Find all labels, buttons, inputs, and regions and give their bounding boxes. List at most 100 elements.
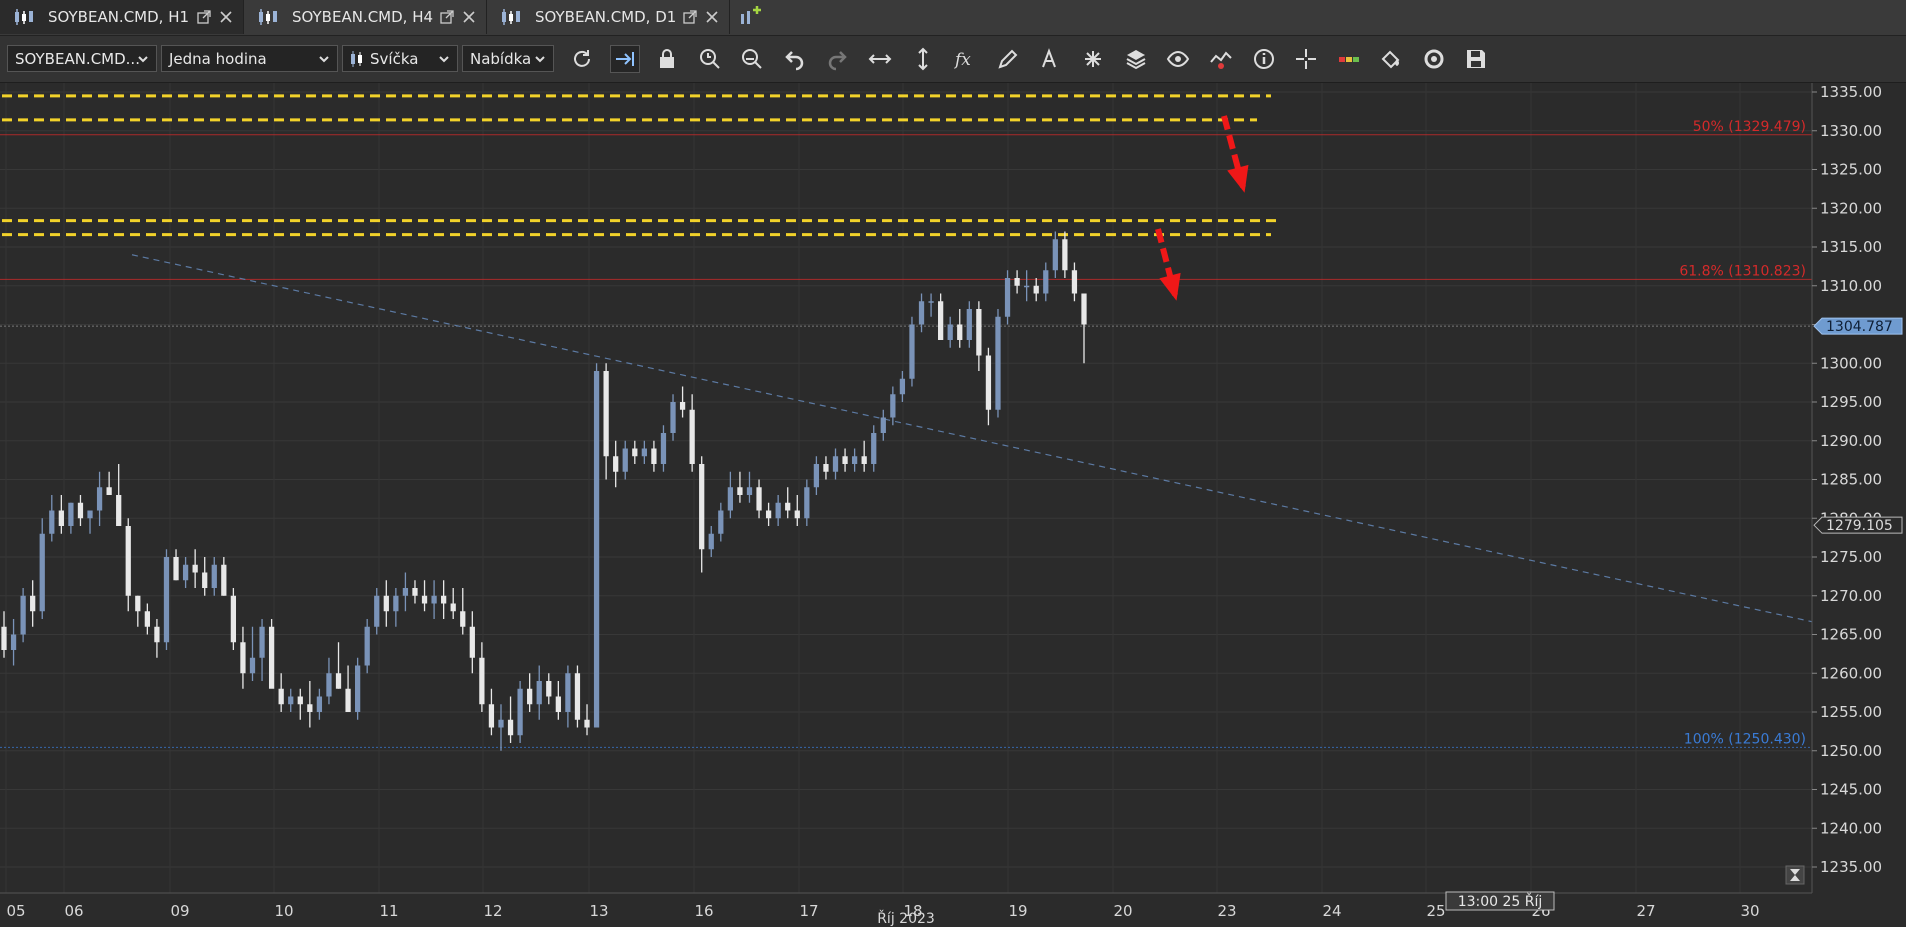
candle-body xyxy=(613,456,619,472)
candle-body xyxy=(488,704,495,728)
chart-type-select[interactable]: Svíčka xyxy=(342,45,458,72)
candlestick-chart-icon xyxy=(15,9,33,25)
candle-body xyxy=(918,301,925,325)
candlestick-icon xyxy=(351,50,362,67)
candle-body xyxy=(345,688,351,712)
undo-button[interactable] xyxy=(780,45,810,73)
popout-icon[interactable] xyxy=(683,10,697,24)
x-tick-label: 13 xyxy=(589,902,608,920)
pattern-tool-button[interactable] xyxy=(1078,45,1108,73)
candle-body xyxy=(737,487,743,495)
lock-icon xyxy=(660,49,674,68)
candle-body xyxy=(651,448,657,464)
candle-body xyxy=(794,510,800,519)
horizontal-scale-button[interactable] xyxy=(865,45,895,73)
x-tick-label: 20 xyxy=(1113,902,1132,920)
close-icon[interactable] xyxy=(705,10,719,24)
candle xyxy=(20,588,26,643)
tab-soybean-d1[interactable]: SOYBEAN.CMD, D1 xyxy=(487,0,730,34)
theme-button[interactable] xyxy=(1376,45,1406,73)
y-tick-label: 1250.00 xyxy=(1820,742,1882,760)
popout-icon[interactable] xyxy=(440,10,454,24)
zoom-time-button[interactable] xyxy=(695,45,725,73)
lock-button[interactable] xyxy=(652,45,682,73)
x-tick-label: 05 xyxy=(6,902,25,920)
visibility-button[interactable] xyxy=(1163,45,1193,73)
x-tick-label: 10 xyxy=(274,902,293,920)
candle-body xyxy=(890,394,896,418)
candle-body xyxy=(775,502,781,519)
candle-body xyxy=(68,502,74,526)
candle-body xyxy=(1081,293,1087,325)
candle-body xyxy=(240,642,246,674)
tab-label: SOYBEAN.CMD, H4 xyxy=(292,8,434,26)
candle-body xyxy=(106,487,112,495)
undo-icon xyxy=(785,51,804,71)
candle-body xyxy=(460,611,466,627)
chevron-down-icon xyxy=(138,56,148,63)
instrument-value: SOYBEAN.CMD... xyxy=(15,49,140,68)
y-tick-label: 1320.00 xyxy=(1820,199,1882,217)
period-select[interactable]: Jedna hodina xyxy=(161,45,338,72)
zoom-fit-button[interactable] xyxy=(737,45,767,73)
close-icon[interactable] xyxy=(219,10,233,24)
y-tick-label: 1290.00 xyxy=(1820,432,1882,450)
reset-button[interactable] xyxy=(1419,45,1449,73)
info-icon xyxy=(1254,49,1274,69)
trade-level-button[interactable] xyxy=(1334,45,1364,73)
price-chart[interactable]: 50% (1329.479) 61.8% (1310.823) 100% (1250… xyxy=(0,83,1906,927)
y-tick-label: 1260.00 xyxy=(1820,664,1882,682)
y-tick-label: 1310.00 xyxy=(1820,277,1882,295)
y-tick-label: 1315.00 xyxy=(1820,238,1882,256)
redo-button[interactable] xyxy=(822,45,852,73)
close-icon[interactable] xyxy=(462,10,476,24)
candle-body xyxy=(1004,278,1011,317)
candle-body xyxy=(555,696,561,712)
chart-overlay-button[interactable] xyxy=(1206,45,1236,73)
candle-body xyxy=(804,487,810,519)
candle-body xyxy=(1014,278,1020,286)
candle-body xyxy=(182,564,189,581)
candle-body xyxy=(689,409,695,464)
popout-icon[interactable] xyxy=(197,10,211,24)
price-side-select[interactable]: Nabídka xyxy=(462,45,554,72)
candle-body xyxy=(135,595,141,612)
candle-body xyxy=(125,526,131,596)
vertical-scale-button[interactable] xyxy=(908,45,938,73)
tab-soybean-h1[interactable]: SOYBEAN.CMD, H1 xyxy=(0,0,244,34)
tab-soybean-h4[interactable]: SOYBEAN.CMD, H4 xyxy=(244,0,487,34)
x-tick-label: 09 xyxy=(170,902,189,920)
chart-canvas[interactable]: 50% (1329.479) 61.8% (1310.823) 100% (1250… xyxy=(0,83,1906,927)
text-tool-button[interactable] xyxy=(1036,45,1066,73)
reset-icon xyxy=(1424,49,1444,69)
candle-body xyxy=(842,456,848,464)
zoom-fit-icon xyxy=(742,49,762,69)
candle-body xyxy=(1071,270,1078,294)
fib-level-label: 100% (1250.430) xyxy=(1684,731,1806,747)
candle-body xyxy=(58,510,64,526)
instrument-select[interactable]: SOYBEAN.CMD... xyxy=(7,45,157,72)
candle-body xyxy=(957,324,963,340)
candle-body xyxy=(163,557,170,643)
candle-body xyxy=(679,402,686,410)
pencil-button[interactable] xyxy=(993,45,1023,73)
save-button[interactable] xyxy=(1461,45,1491,73)
indicators-button[interactable]: fx xyxy=(950,45,980,73)
candle-body xyxy=(928,301,934,303)
y-tick-label: 1270.00 xyxy=(1820,587,1882,605)
candle-body xyxy=(297,696,303,705)
candle-body xyxy=(393,595,399,612)
chevron-down-icon xyxy=(535,56,545,63)
new-chart-tab-icon[interactable] xyxy=(739,6,761,28)
candle-body xyxy=(412,588,418,596)
crosshair-button[interactable] xyxy=(1291,45,1321,73)
auto-shift-button[interactable] xyxy=(610,45,640,73)
x-tick-label: 12 xyxy=(483,902,502,920)
candle-body xyxy=(144,611,150,627)
refresh-button[interactable] xyxy=(567,45,597,73)
layers-button[interactable] xyxy=(1121,45,1151,73)
chevron-down-icon xyxy=(319,56,329,63)
info-button[interactable] xyxy=(1249,45,1279,73)
candle-body xyxy=(574,673,581,720)
candle-body xyxy=(49,510,55,534)
